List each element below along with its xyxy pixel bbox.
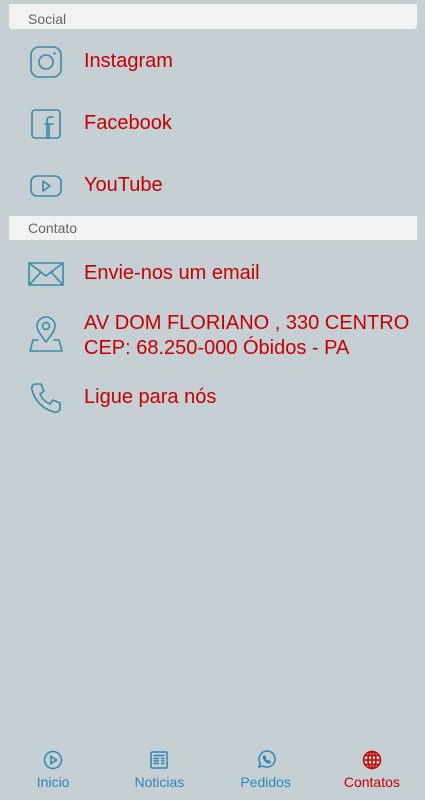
contact-phone-label: Ligue para nós [84, 386, 217, 408]
play-circle-icon [42, 750, 64, 770]
contact-email-label: Envie-nos um email [84, 262, 260, 284]
phone-icon [26, 378, 66, 418]
social-link-label: Facebook [84, 112, 172, 134]
map-pin-icon [26, 314, 66, 354]
nav-item-inicio[interactable]: Inicio [0, 738, 106, 800]
social-link-facebook[interactable]: Facebook [0, 102, 425, 146]
nav-item-contatos[interactable]: Contatos [319, 738, 425, 800]
social-link-youtube[interactable]: YouTube [0, 164, 425, 208]
contact-email[interactable]: Envie-nos um email [0, 252, 425, 296]
newspaper-icon [148, 750, 170, 770]
section-header-social: Social [9, 4, 417, 29]
social-link-label: Instagram [84, 50, 173, 72]
nav-label: Contatos [343, 774, 400, 790]
section-header-contato: Contato [9, 216, 417, 240]
contact-address-line2: CEP: 68.250-000 Óbidos - PA [84, 337, 350, 359]
nav-item-noticias[interactable]: Noticias [106, 738, 212, 800]
youtube-icon [26, 166, 66, 206]
social-link-label: YouTube [84, 174, 163, 196]
social-link-instagram[interactable]: Instagram [0, 40, 425, 84]
bottom-navigation: Inicio Noticias Pedidos Contatos [0, 738, 425, 800]
facebook-icon [26, 104, 66, 144]
email-icon [26, 254, 66, 294]
contact-phone[interactable]: Ligue para nós [0, 376, 425, 420]
nav-label: Inicio [36, 774, 70, 790]
globe-icon [361, 750, 383, 770]
nav-label: Pedidos [240, 774, 291, 790]
contact-address[interactable]: AV DOM FLORIANO , 330 CENTRO CEP: 68.250… [0, 310, 425, 362]
contact-address-line1: AV DOM FLORIANO , 330 CENTRO [84, 312, 410, 334]
whatsapp-icon [255, 750, 277, 770]
instagram-icon [26, 42, 66, 82]
nav-label: Noticias [134, 774, 185, 790]
nav-item-pedidos[interactable]: Pedidos [213, 738, 319, 800]
